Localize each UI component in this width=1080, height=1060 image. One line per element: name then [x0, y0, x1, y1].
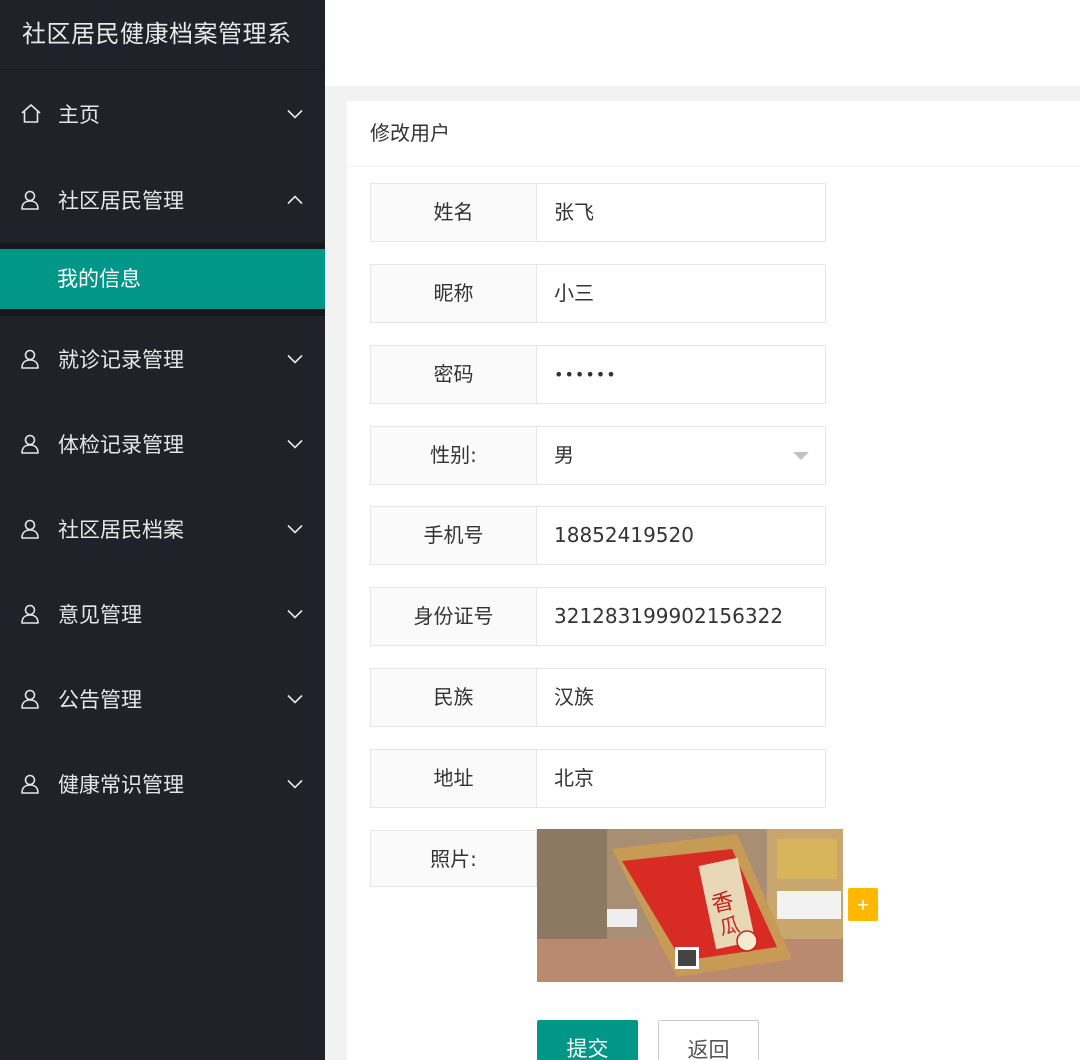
form-row-gender: 性别: 男 — [370, 426, 826, 485]
back-button[interactable]: 返回 — [658, 1020, 759, 1060]
sidebar-submenu: 我的信息 — [0, 243, 325, 316]
sidebar-item-announcements[interactable]: 公告管理 — [0, 656, 325, 741]
address-label: 地址 — [370, 749, 537, 808]
chevron-down-icon — [287, 691, 303, 707]
password-label: 密码 — [370, 345, 537, 404]
chevron-up-icon — [287, 192, 303, 208]
dropdown-arrow-icon — [793, 452, 809, 460]
page-title: 修改用户 — [347, 101, 1080, 167]
sidebar-item-label: 健康常识管理 — [58, 772, 184, 797]
name-label: 姓名 — [370, 183, 537, 242]
sidebar-item-label: 就诊记录管理 — [58, 347, 184, 372]
chevron-down-icon — [287, 106, 303, 122]
sidebar-item-home[interactable]: 主页 — [0, 70, 325, 157]
chevron-down-icon — [287, 351, 303, 367]
password-input[interactable]: •••••• — [536, 345, 826, 404]
user-icon — [18, 187, 44, 213]
form-row-name: 姓名 张飞 — [370, 183, 826, 242]
sidebar-item-residents[interactable]: 社区居民管理 — [0, 157, 325, 243]
form-row-ethnicity: 民族 汉族 — [370, 668, 826, 727]
user-icon — [18, 686, 44, 712]
sidebar-item-resident-archives[interactable]: 社区居民档案 — [0, 486, 325, 571]
sidebar-item-label: 社区居民档案 — [58, 517, 184, 542]
user-icon — [18, 516, 44, 542]
form-row-nickname: 昵称 小三 — [370, 264, 826, 323]
form-row-phone: 手机号 18852419520 — [370, 506, 826, 565]
user-icon — [18, 771, 44, 797]
nickname-input[interactable]: 小三 — [536, 264, 826, 323]
user-icon — [18, 431, 44, 457]
top-header — [325, 0, 1080, 86]
gender-select-value: 男 — [554, 443, 574, 467]
user-icon — [18, 601, 44, 627]
app-title: 社区居民健康档案管理系 — [0, 0, 325, 70]
home-icon — [18, 101, 44, 127]
sidebar-item-visit-records[interactable]: 就诊记录管理 — [0, 316, 325, 401]
address-input[interactable]: 北京 — [536, 749, 826, 808]
edit-user-card: 修改用户 姓名 张飞 昵称 小三 密码 •••••• 性别: 男 手机号 188… — [347, 101, 1080, 1060]
sidebar-item-checkup-records[interactable]: 体检记录管理 — [0, 401, 325, 486]
sidebar-item-label: 意见管理 — [58, 602, 142, 627]
sidebar: 社区居民健康档案管理系 主页 社区居民管理 我的信息 就诊记录管理 体检记录管理… — [0, 0, 325, 1060]
photo-label: 照片: — [370, 830, 537, 887]
sidebar-item-label: 主页 — [58, 102, 100, 127]
id-card-label: 身份证号 — [370, 587, 537, 646]
sidebar-item-label: 社区居民管理 — [58, 189, 184, 213]
chevron-down-icon — [287, 776, 303, 792]
chevron-down-icon — [287, 606, 303, 622]
sidebar-item-label: 体检记录管理 — [58, 432, 184, 457]
submit-button[interactable]: 提交 — [537, 1020, 638, 1060]
sidebar-item-health-knowledge[interactable]: 健康常识管理 — [0, 741, 325, 826]
ethnicity-label: 民族 — [370, 668, 537, 727]
user-photo: 香 瓜 — [537, 829, 843, 982]
sidebar-item-my-info[interactable]: 我的信息 — [0, 249, 325, 309]
phone-input[interactable]: 18852419520 — [536, 506, 826, 565]
gender-select[interactable]: 男 — [536, 426, 826, 485]
sidebar-item-label: 公告管理 — [58, 687, 142, 712]
sidebar-item-feedback[interactable]: 意见管理 — [0, 571, 325, 656]
form-row-id-card: 身份证号 321283199902156322 — [370, 587, 826, 646]
form-row-password: 密码 •••••• — [370, 345, 826, 404]
nickname-label: 昵称 — [370, 264, 537, 323]
id-card-input[interactable]: 321283199902156322 — [536, 587, 826, 646]
upload-photo-button[interactable]: + — [848, 888, 878, 921]
user-icon — [18, 346, 44, 372]
form-row-address: 地址 北京 — [370, 749, 826, 808]
chevron-down-icon — [287, 521, 303, 537]
gender-label: 性别: — [370, 426, 537, 485]
ethnicity-input[interactable]: 汉族 — [536, 668, 826, 727]
phone-label: 手机号 — [370, 506, 537, 565]
name-input[interactable]: 张飞 — [536, 183, 826, 242]
chevron-down-icon — [287, 436, 303, 452]
